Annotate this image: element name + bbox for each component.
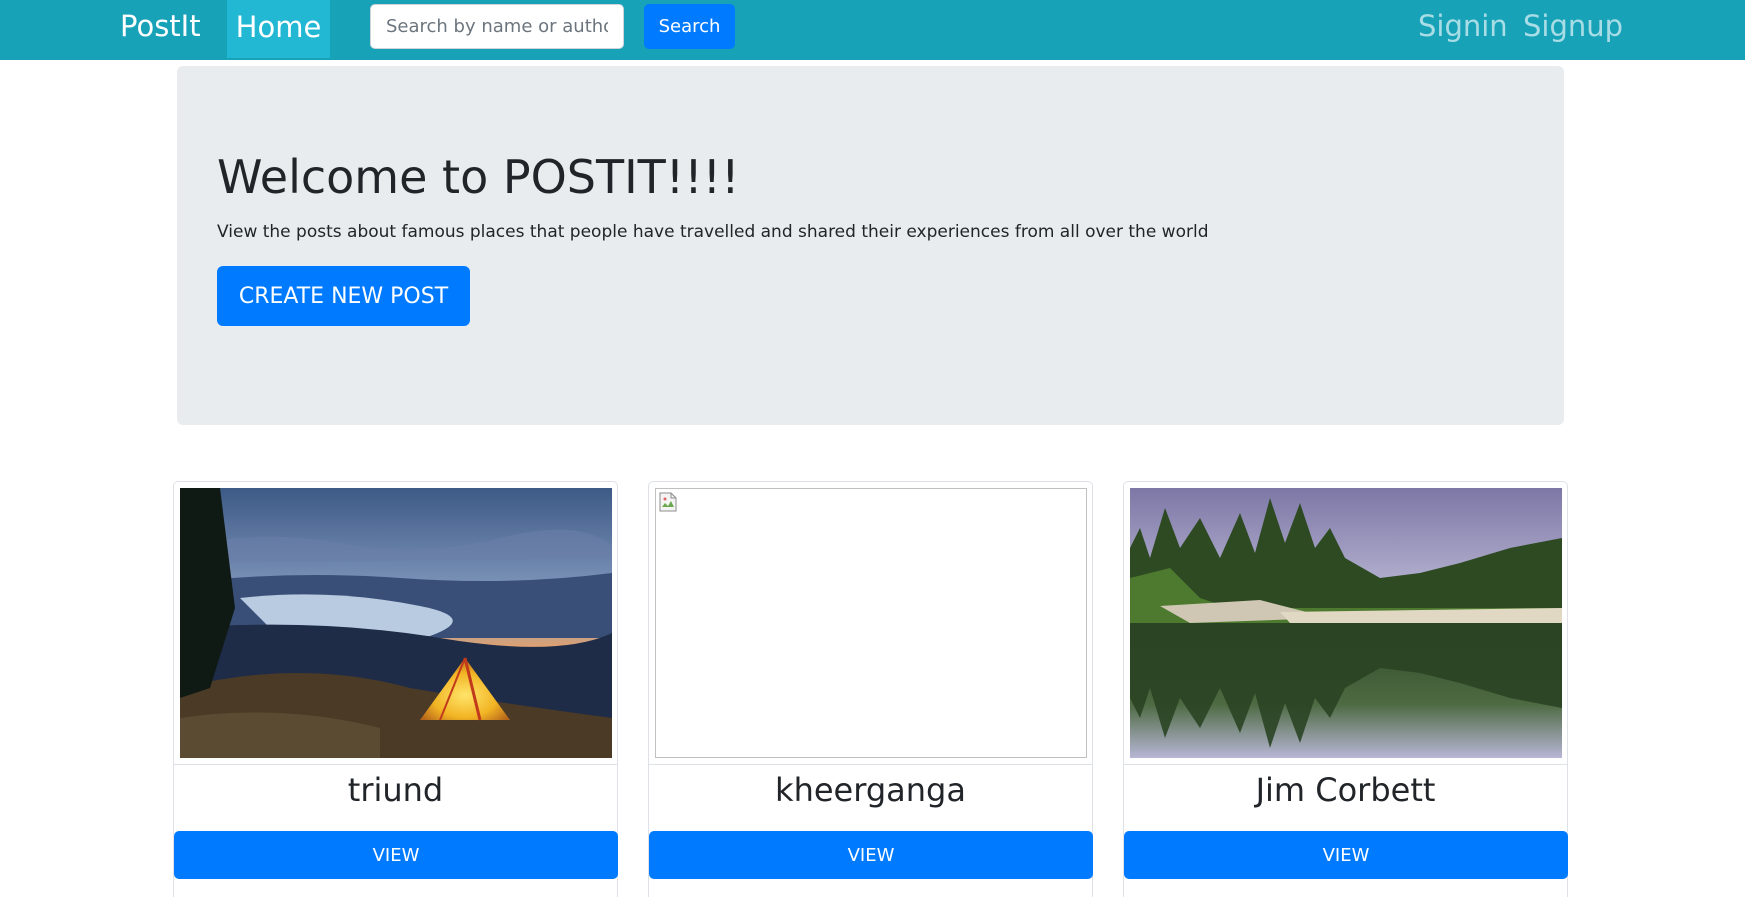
brand-logo[interactable]: PostIt xyxy=(120,8,201,44)
card-image-frame xyxy=(174,482,617,765)
post-card-jim-corbett: Jim Corbett VIEW xyxy=(1123,481,1568,897)
create-new-post-button[interactable]: CREATE NEW POST xyxy=(217,266,470,326)
nav-signin-link[interactable]: Signin xyxy=(1418,8,1508,44)
search-button[interactable]: Search xyxy=(644,4,735,49)
page-title: Welcome to POSTIT!!!! xyxy=(217,150,740,204)
view-button[interactable]: VIEW xyxy=(649,831,1093,879)
camping-tent-lake-photo xyxy=(180,488,612,758)
card-title: Jim Corbett xyxy=(1255,771,1436,809)
view-button[interactable]: VIEW xyxy=(1124,831,1568,879)
card-title: triund xyxy=(347,771,444,809)
forest-lake-reflection-photo xyxy=(1130,488,1562,758)
nav-home-link[interactable]: Home xyxy=(227,0,330,58)
broken-image xyxy=(655,488,1087,758)
nav-signup-link[interactable]: Signup xyxy=(1523,8,1623,44)
view-button[interactable]: VIEW xyxy=(174,831,618,879)
card-image-frame xyxy=(649,482,1092,765)
card-image-frame xyxy=(1124,482,1567,765)
post-card-kheerganga: kheerganga VIEW xyxy=(648,481,1093,897)
post-card-triund: triund VIEW xyxy=(173,481,618,897)
top-navbar: PostIt Home Search Signin Signup xyxy=(0,0,1745,60)
page-description: View the posts about famous places that … xyxy=(217,222,1209,242)
search-input[interactable] xyxy=(370,4,624,49)
broken-image-icon xyxy=(659,492,677,512)
welcome-jumbotron: Welcome to POSTIT!!!! View the posts abo… xyxy=(177,66,1564,425)
card-title: kheerganga xyxy=(775,771,966,809)
